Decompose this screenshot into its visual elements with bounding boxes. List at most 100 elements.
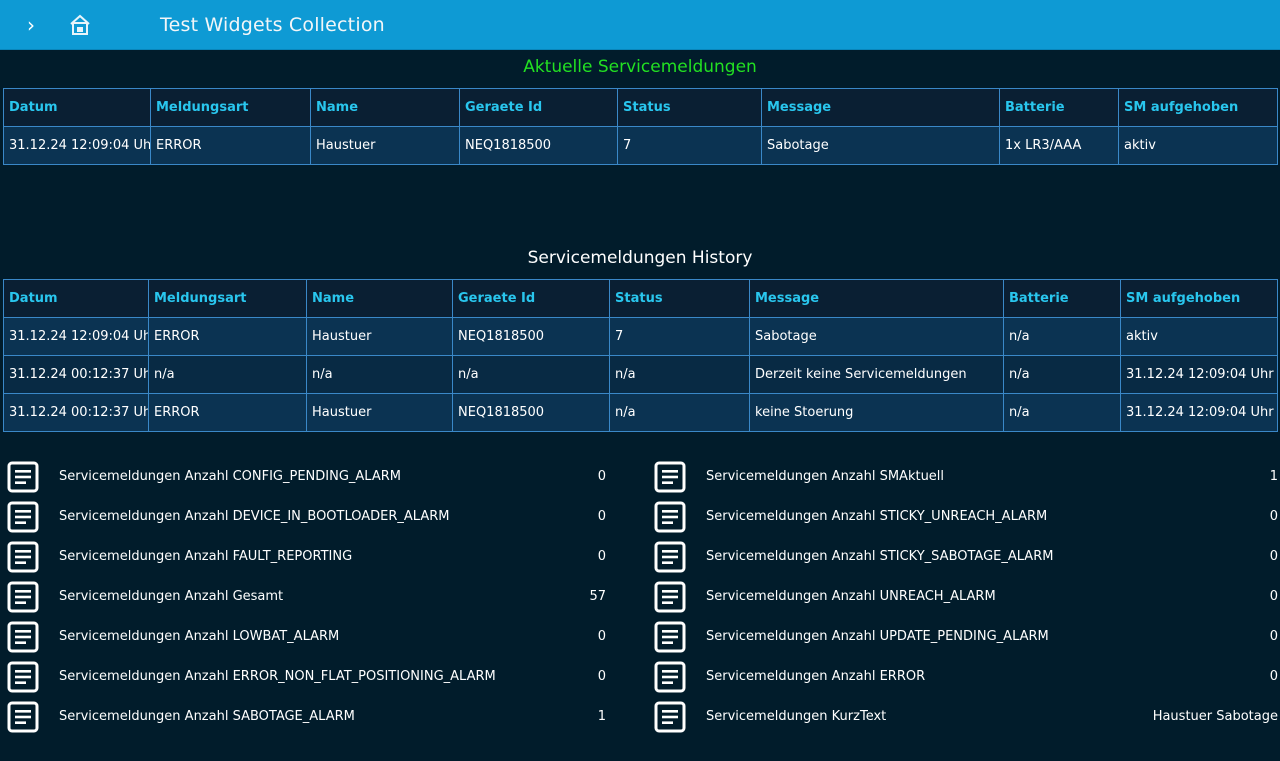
list-document-icon — [654, 461, 686, 493]
cell-datum: 31.12.24 12:09:04 Uhr — [3, 317, 149, 356]
column-header-geraete-id: Geraete Id — [452, 279, 610, 318]
list-document-icon — [654, 621, 686, 653]
stat-value: 0 — [597, 669, 606, 684]
column-header-batterie: Batterie — [999, 88, 1119, 127]
table-row: 31.12.24 12:09:04 Uhr ERROR Haustuer NEQ181… — [3, 126, 1278, 165]
stat-row[interactable]: Servicemeldungen Anzahl ERROR_NON_FLAT_P… — [7, 657, 610, 697]
stat-row[interactable]: Servicemeldungen Anzahl SABOTAGE_ALARM 1 — [7, 697, 610, 737]
cell-status: 7 — [609, 317, 750, 356]
cell-datum: 31.12.24 12:09:04 Uhr — [3, 126, 151, 165]
cell-meldungsart: n/a — [148, 355, 307, 394]
list-document-icon — [7, 661, 39, 693]
table-row: 31.12.24 00:12:37 Uhr n/a n/a n/a n/a Derzeit… — [3, 355, 1278, 394]
stat-row[interactable]: Servicemeldungen Anzahl Gesamt 57 — [7, 577, 610, 617]
column-header-sm-aufgehoben: SM aufgehoben — [1118, 88, 1278, 127]
table-header-row: Datum Meldungsart Name Geraete Id Status Mess… — [3, 88, 1278, 127]
stat-label: Servicemeldungen Anzahl CONFIG_PENDING_A… — [59, 469, 401, 484]
column-header-geraete-id: Geraete Id — [459, 88, 618, 127]
column-header-sm-aufgehoben: SM aufgehoben — [1120, 279, 1278, 318]
stat-row[interactable]: Servicemeldungen Anzahl ERROR 0 — [654, 657, 1280, 697]
history-title: Servicemeldungen History — [527, 248, 753, 268]
stat-value: 0 — [597, 469, 606, 484]
cell-batterie: n/a — [1003, 355, 1121, 394]
stat-value: 0 — [1269, 629, 1278, 644]
column-header-name: Name — [310, 88, 460, 127]
list-document-icon — [654, 501, 686, 533]
cell-status: n/a — [609, 355, 750, 394]
cell-datum: 31.12.24 00:12:37 Uhr — [3, 393, 149, 432]
cell-batterie: n/a — [1003, 393, 1121, 432]
stat-row[interactable]: Servicemeldungen Anzahl STICKY_UNREACH_A… — [654, 497, 1280, 537]
stat-row[interactable]: Servicemeldungen Anzahl LOWBAT_ALARM 0 — [7, 617, 610, 657]
stat-label: Servicemeldungen KurzText — [706, 709, 887, 724]
stat-value: 57 — [589, 589, 606, 604]
cell-batterie: 1x LR3/AAA — [999, 126, 1119, 165]
cell-message: keine Stoerung — [749, 393, 1004, 432]
list-document-icon — [654, 581, 686, 613]
chevron-right-icon[interactable]: › — [20, 14, 42, 36]
stat-label: Servicemeldungen Anzahl LOWBAT_ALARM — [59, 629, 340, 644]
stat-label: Servicemeldungen Anzahl UNREACH_ALARM — [706, 589, 996, 604]
stat-row[interactable]: Servicemeldungen Anzahl UPDATE_PENDING_A… — [654, 617, 1280, 657]
stat-row[interactable]: Servicemeldungen Anzahl CONFIG_PENDING_A… — [7, 457, 610, 497]
column-header-datum: Datum — [3, 88, 151, 127]
column-header-name: Name — [306, 279, 453, 318]
stat-row[interactable]: Servicemeldungen KurzText Haustuer Sabota… — [654, 697, 1280, 737]
cell-message: Derzeit keine Servicemeldungen — [749, 355, 1004, 394]
stat-row[interactable]: Servicemeldungen Anzahl UNREACH_ALARM 0 — [654, 577, 1280, 617]
current-messages-title: Aktuelle Servicemeldungen — [523, 57, 757, 77]
cell-sm-aufgehoben: 31.12.24 12:09:04 Uhr — [1120, 393, 1278, 432]
stat-value: 0 — [1269, 589, 1278, 604]
cell-geraete-id: NEQ1818500 — [452, 317, 610, 356]
stat-label: Servicemeldungen Anzahl SMAktuell — [706, 469, 945, 484]
list-document-icon — [7, 501, 39, 533]
cell-message: Sabotage — [761, 126, 1000, 165]
cell-geraete-id: n/a — [452, 355, 610, 394]
stat-value: 0 — [1269, 549, 1278, 564]
stat-label: Servicemeldungen Anzahl UPDATE_PENDING_A… — [706, 629, 1049, 644]
cell-geraete-id: NEQ1818500 — [452, 393, 610, 432]
stat-label: Servicemeldungen Anzahl SABOTAGE_ALARM — [59, 709, 355, 724]
stat-row[interactable]: Servicemeldungen Anzahl DEVICE_IN_BOOTLO… — [7, 497, 610, 537]
stat-label: Servicemeldungen Anzahl STICKY_SABOTAGE_… — [706, 549, 1054, 564]
table-row: 31.12.24 12:09:04 Uhr ERROR Haustuer NEQ181… — [3, 317, 1278, 356]
stat-value: 0 — [597, 629, 606, 644]
column-header-message: Message — [749, 279, 1004, 318]
stat-value: 0 — [597, 549, 606, 564]
stat-label: Servicemeldungen Anzahl DEVICE_IN_BOOTLO… — [59, 509, 450, 524]
app-title: Test Widgets Collection — [160, 14, 385, 36]
list-document-icon — [7, 621, 39, 653]
home-icon[interactable] — [68, 13, 92, 37]
stat-row[interactable]: Servicemeldungen Anzahl FAULT_REPORTING 0 — [7, 537, 610, 577]
cell-meldungsart: ERROR — [148, 393, 307, 432]
cell-datum: 31.12.24 00:12:37 Uhr — [3, 355, 149, 394]
column-header-meldungsart: Meldungsart — [150, 88, 311, 127]
list-document-icon — [7, 461, 39, 493]
list-document-icon — [654, 701, 686, 733]
table-row: 31.12.24 00:12:37 Uhr ERROR Haustuer NEQ181… — [3, 393, 1278, 432]
cell-sm-aufgehoben: aktiv — [1120, 317, 1278, 356]
stat-row[interactable]: Servicemeldungen Anzahl SMAktuell 1 — [654, 457, 1280, 497]
list-document-icon — [654, 541, 686, 573]
stats-list-left: Servicemeldungen Anzahl CONFIG_PENDING_A… — [7, 457, 610, 737]
cell-meldungsart: ERROR — [148, 317, 307, 356]
cell-geraete-id: NEQ1818500 — [459, 126, 618, 165]
stat-label: Servicemeldungen Anzahl STICKY_UNREACH_A… — [706, 509, 1048, 524]
stat-value: Haustuer Sabotage — [1152, 709, 1278, 724]
cell-name: n/a — [306, 355, 453, 394]
stat-label: Servicemeldungen Anzahl ERROR — [706, 669, 926, 684]
list-document-icon — [7, 541, 39, 573]
stat-row[interactable]: Servicemeldungen Anzahl STICKY_SABOTAGE_… — [654, 537, 1280, 577]
cell-status: n/a — [609, 393, 750, 432]
column-header-datum: Datum — [3, 279, 149, 318]
cell-sm-aufgehoben: 31.12.24 12:09:04 Uhr — [1120, 355, 1278, 394]
stat-value: 0 — [1269, 509, 1278, 524]
stat-value: 0 — [1269, 669, 1278, 684]
stat-value: 0 — [597, 509, 606, 524]
stat-value: 1 — [1269, 469, 1278, 484]
stat-label: Servicemeldungen Anzahl FAULT_REPORTING — [59, 549, 353, 564]
column-header-status: Status — [617, 88, 762, 127]
stat-label: Servicemeldungen Anzahl Gesamt — [59, 589, 284, 604]
list-document-icon — [654, 661, 686, 693]
cell-batterie: n/a — [1003, 317, 1121, 356]
